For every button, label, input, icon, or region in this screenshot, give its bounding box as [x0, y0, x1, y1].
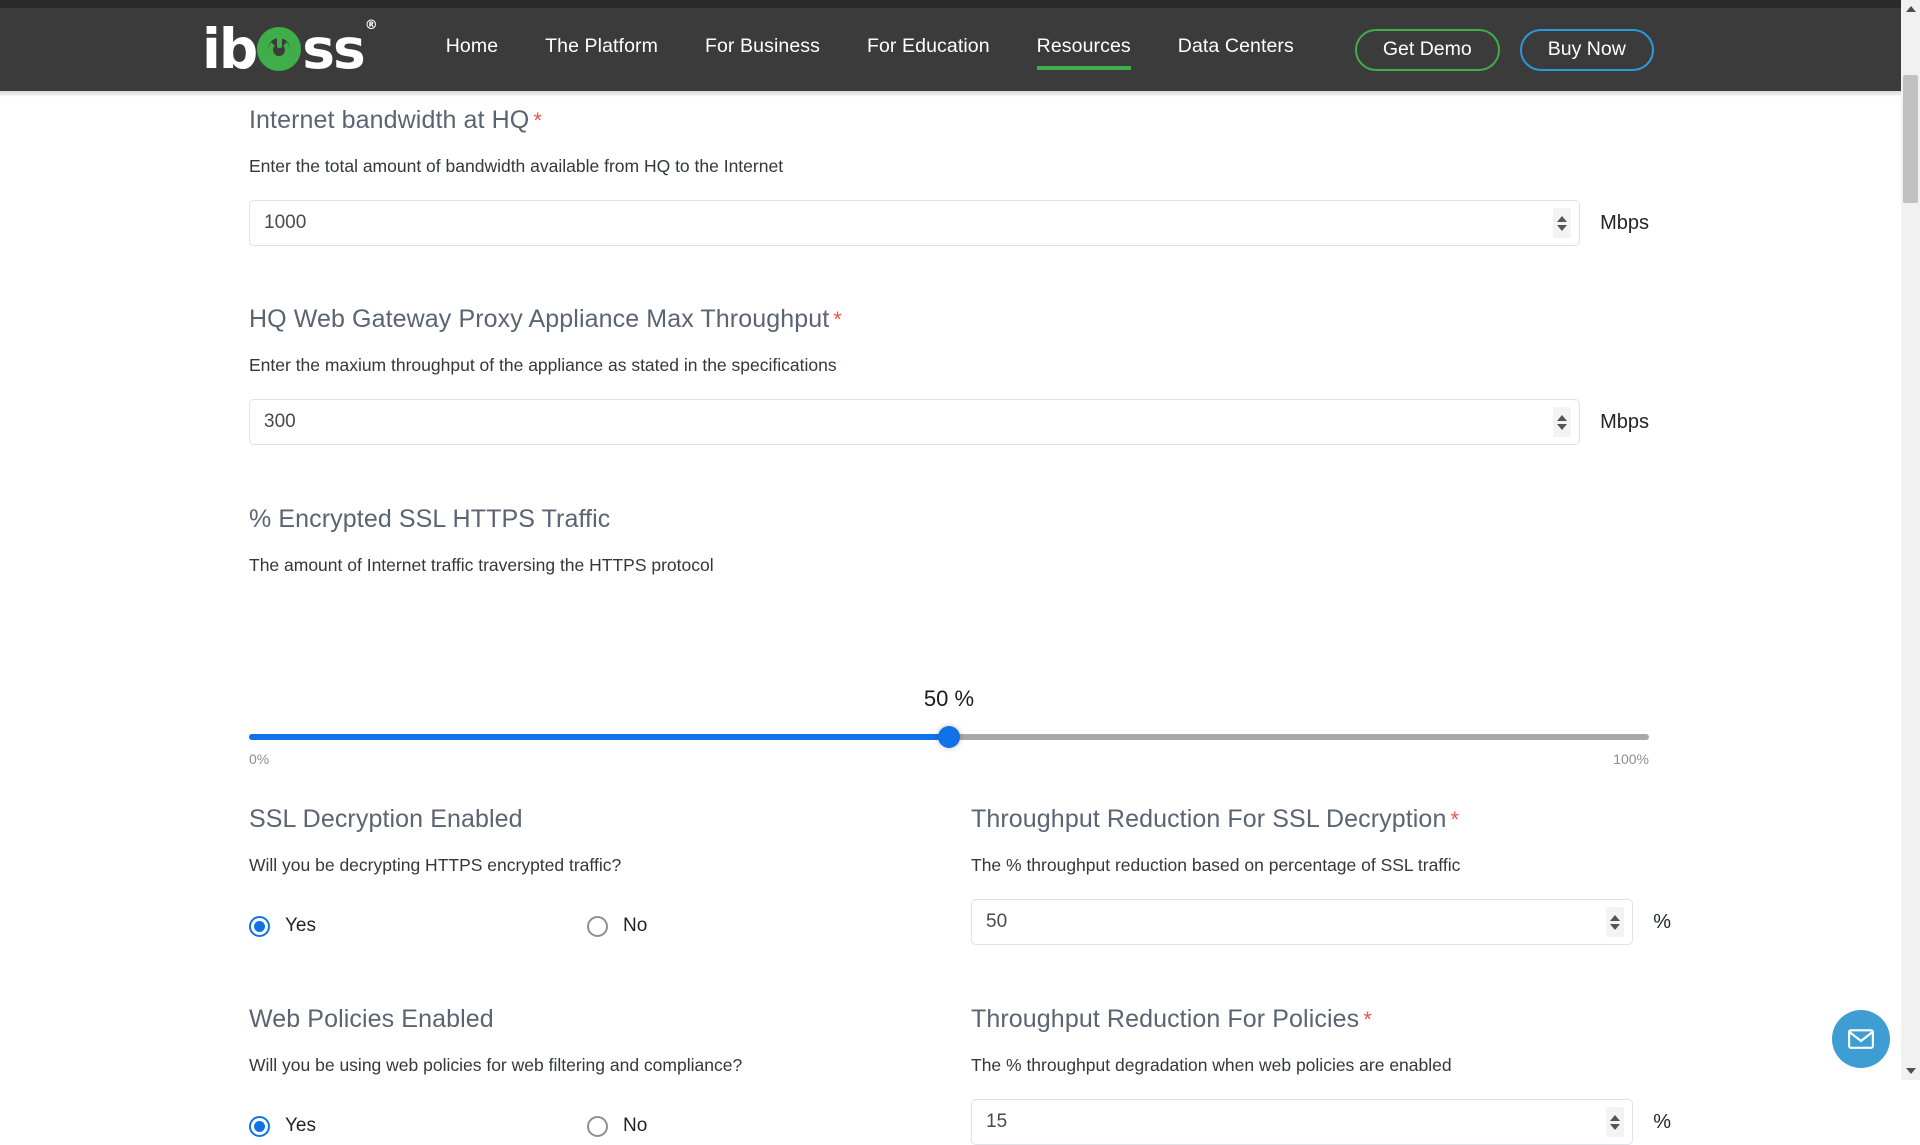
scrollbar-thumb[interactable] — [1903, 75, 1918, 203]
label-text: Internet bandwidth at HQ — [249, 106, 529, 134]
radio-dot-icon — [587, 1116, 608, 1137]
radio-ssl-decryption-no[interactable]: No — [587, 915, 647, 937]
radio-web-policies-yes[interactable]: Yes — [249, 1115, 587, 1137]
chat-widget-button[interactable] — [1832, 1010, 1890, 1068]
radio-dot-icon — [249, 916, 270, 937]
field-ssl-throughput-reduction: Throughput Reduction For SSL Decryption*… — [971, 805, 1671, 945]
field-help-proxy-throughput: Enter the maxium throughput of the appli… — [249, 355, 1649, 376]
get-demo-button[interactable]: Get Demo — [1355, 29, 1500, 71]
nav-item-home[interactable]: Home — [446, 35, 498, 64]
bandwidth-unit-label: Mbps — [1600, 200, 1649, 246]
logo-power-o-icon — [257, 27, 301, 71]
nav-item-resources[interactable]: Resources — [1037, 35, 1131, 64]
ssl-reduction-unit-label: % — [1653, 899, 1671, 945]
slider-thumb[interactable] — [938, 726, 960, 748]
field-help-ssl-traffic-percent: The amount of Internet traffic traversin… — [249, 555, 1649, 576]
radio-label: No — [623, 915, 647, 937]
field-label-web-policies-enabled: Web Policies Enabled — [249, 1005, 949, 1034]
policy-reduction-spinner[interactable] — [1606, 1107, 1624, 1137]
scrollbar-up-arrow-icon[interactable] — [1906, 6, 1916, 12]
nav-item-for-education[interactable]: For Education — [867, 35, 990, 64]
required-asterisk: * — [1450, 807, 1459, 832]
input-row-proxy-throughput: 300 Mbps — [249, 399, 1649, 445]
slider-value-label: 50 % — [924, 686, 974, 712]
envelope-icon — [1846, 1024, 1876, 1054]
form-content: Internet bandwidth at HQ* Enter the tota… — [0, 97, 1901, 1080]
field-label-policy-throughput-reduction: Throughput Reduction For Policies* — [971, 1005, 1671, 1034]
radio-label: No — [623, 1115, 647, 1137]
input-row-ssl-throughput-reduction: 50 % — [971, 899, 1671, 945]
label-text: Throughput Reduction For SSL Decryption — [971, 805, 1446, 833]
radio-label: Yes — [285, 1115, 316, 1137]
required-asterisk: * — [1363, 1007, 1372, 1032]
ssl-traffic-slider[interactable]: 50 % 0% 100% — [249, 712, 1649, 772]
input-row-policy-throughput-reduction: 15 % — [971, 1099, 1671, 1145]
field-proxy-throughput: HQ Web Gateway Proxy Appliance Max Throu… — [249, 305, 1649, 445]
label-text: Throughput Reduction For Policies — [971, 1005, 1359, 1033]
nav-item-the-platform[interactable]: The Platform — [545, 35, 658, 64]
top-dark-strip — [0, 0, 1920, 8]
field-policy-throughput-reduction: Throughput Reduction For Policies* The %… — [971, 1005, 1671, 1145]
scrollbar-down-arrow-icon[interactable] — [1906, 1068, 1916, 1074]
field-web-policies-enabled: Web Policies Enabled Will you be using w… — [249, 1005, 949, 1076]
proxy-throughput-spinner[interactable] — [1553, 407, 1571, 437]
buy-now-button[interactable]: Buy Now — [1520, 29, 1654, 71]
ssl-reduction-spinner[interactable] — [1606, 907, 1624, 937]
required-asterisk: * — [533, 108, 542, 133]
field-label-proxy-throughput: HQ Web Gateway Proxy Appliance Max Throu… — [249, 305, 1649, 334]
primary-nav: Home The Platform For Business For Educa… — [446, 8, 1341, 91]
field-label-ssl-traffic-percent: % Encrypted SSL HTTPS Traffic — [249, 505, 1649, 534]
page-scrollbar[interactable] — [1901, 0, 1920, 1080]
proxy-throughput-input[interactable]: 300 — [249, 399, 1580, 445]
logo-trademark: ® — [365, 19, 376, 32]
logo-text-before: ib — [202, 22, 256, 77]
field-label-ssl-decryption-enabled: SSL Decryption Enabled — [249, 805, 949, 834]
field-help-ssl-throughput-reduction: The % throughput reduction based on perc… — [971, 855, 1671, 876]
ssl-reduction-input[interactable]: 50 — [971, 899, 1633, 945]
bandwidth-input[interactable]: 1000 — [249, 200, 1580, 246]
proxy-throughput-unit-label: Mbps — [1600, 399, 1649, 445]
policy-reduction-input[interactable]: 15 — [971, 1099, 1633, 1145]
proxy-throughput-input-value: 300 — [264, 411, 1553, 433]
required-asterisk: * — [833, 307, 842, 332]
radio-dot-icon — [587, 916, 608, 937]
header-shadow — [0, 91, 1901, 97]
radio-group-ssl-decryption: Yes No — [249, 915, 647, 937]
header-cta-group: Get Demo Buy Now — [1355, 29, 1654, 71]
logo-text-after: ss — [302, 22, 363, 77]
input-row-internet-bandwidth: 1000 Mbps — [249, 200, 1649, 246]
radio-label: Yes — [285, 915, 316, 937]
ssl-reduction-input-value: 50 — [986, 911, 1606, 933]
field-help-internet-bandwidth: Enter the total amount of bandwidth avai… — [249, 156, 1649, 177]
slider-max-label: 100% — [1613, 751, 1649, 767]
slider-min-label: 0% — [249, 751, 269, 767]
radio-web-policies-no[interactable]: No — [587, 1115, 647, 1137]
field-label-ssl-throughput-reduction: Throughput Reduction For SSL Decryption* — [971, 805, 1671, 834]
site-header: ibss® Home The Platform For Business For… — [0, 8, 1901, 91]
label-text: HQ Web Gateway Proxy Appliance Max Throu… — [249, 305, 829, 333]
logo-wordmark: ibss® — [202, 22, 375, 77]
field-label-internet-bandwidth: Internet bandwidth at HQ* — [249, 106, 1649, 135]
bandwidth-input-value: 1000 — [264, 212, 1553, 234]
field-ssl-decryption-enabled: SSL Decryption Enabled Will you be decry… — [249, 805, 949, 876]
radio-ssl-decryption-yes[interactable]: Yes — [249, 915, 587, 937]
policy-reduction-unit-label: % — [1653, 1099, 1671, 1145]
field-ssl-traffic-percent: % Encrypted SSL HTTPS Traffic The amount… — [249, 505, 1649, 576]
nav-item-data-centers[interactable]: Data Centers — [1178, 35, 1294, 64]
iboss-logo[interactable]: ibss® — [202, 22, 375, 78]
radio-dot-icon — [249, 1116, 270, 1137]
slider-fill — [249, 734, 949, 740]
field-internet-bandwidth: Internet bandwidth at HQ* Enter the tota… — [249, 106, 1649, 246]
radio-group-web-policies: Yes No — [249, 1115, 647, 1137]
bandwidth-spinner[interactable] — [1553, 208, 1571, 238]
field-help-ssl-decryption-enabled: Will you be decrypting HTTPS encrypted t… — [249, 855, 949, 876]
nav-item-for-business[interactable]: For Business — [705, 35, 820, 64]
field-help-web-policies-enabled: Will you be using web policies for web f… — [249, 1055, 949, 1076]
policy-reduction-input-value: 15 — [986, 1111, 1606, 1133]
field-help-policy-throughput-reduction: The % throughput degradation when web po… — [971, 1055, 1671, 1076]
